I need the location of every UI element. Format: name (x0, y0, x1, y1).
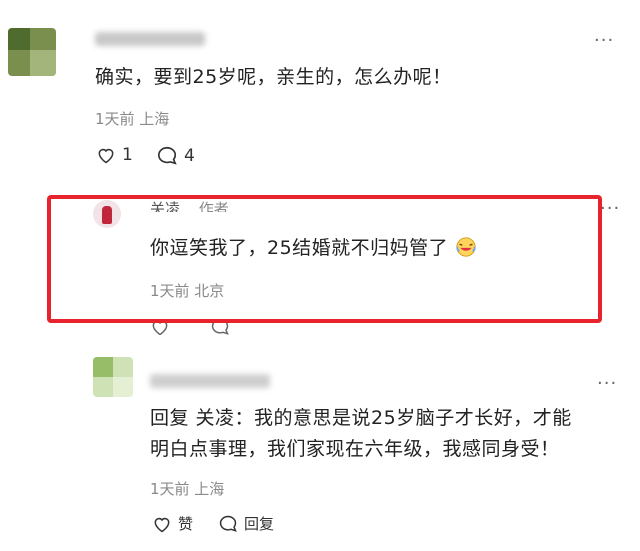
like-label: 赞 (178, 515, 194, 533)
reply-actions (150, 323, 290, 335)
comment-bubble-icon (219, 515, 237, 532)
reply-button[interactable]: 回复 (218, 513, 274, 534)
comment-time-location: 1天前 上海 (95, 110, 170, 128)
comment-text: 确实，要到25岁呢，亲生的，怎么办呢！ (95, 66, 452, 88)
username-blurred (150, 374, 270, 388)
like-count: 1 (122, 145, 133, 165)
more-options-icon[interactable]: ··· (594, 30, 614, 51)
reply-count: 4 (184, 146, 195, 166)
avatar[interactable] (8, 28, 56, 76)
comment-text: 回复 关凌：我的意思是说25岁脑子才长好，才能 明白点事理，我们家现在六年级，我… (150, 407, 572, 460)
more-options-icon[interactable]: ··· (600, 198, 620, 210)
heart-icon (98, 148, 114, 164)
reply-label: 回复 (244, 515, 275, 533)
avatar[interactable] (93, 357, 133, 397)
heart-icon[interactable] (150, 323, 170, 335)
reply-count-button[interactable]: 4 (156, 145, 195, 167)
comment-bubble-icon (158, 146, 177, 165)
heart-icon (154, 517, 170, 532)
highlight-frame (47, 195, 602, 323)
username-blurred (95, 32, 205, 46)
comment-time-location: 1天前 上海 (150, 480, 225, 498)
watermark: 头条 @一娱三分地 (488, 526, 622, 545)
like-button[interactable]: 赞 (152, 513, 193, 534)
like-button[interactable]: 1 (96, 145, 133, 165)
comment-bubble-icon[interactable] (210, 323, 230, 335)
more-options-icon[interactable]: ··· (597, 373, 617, 394)
